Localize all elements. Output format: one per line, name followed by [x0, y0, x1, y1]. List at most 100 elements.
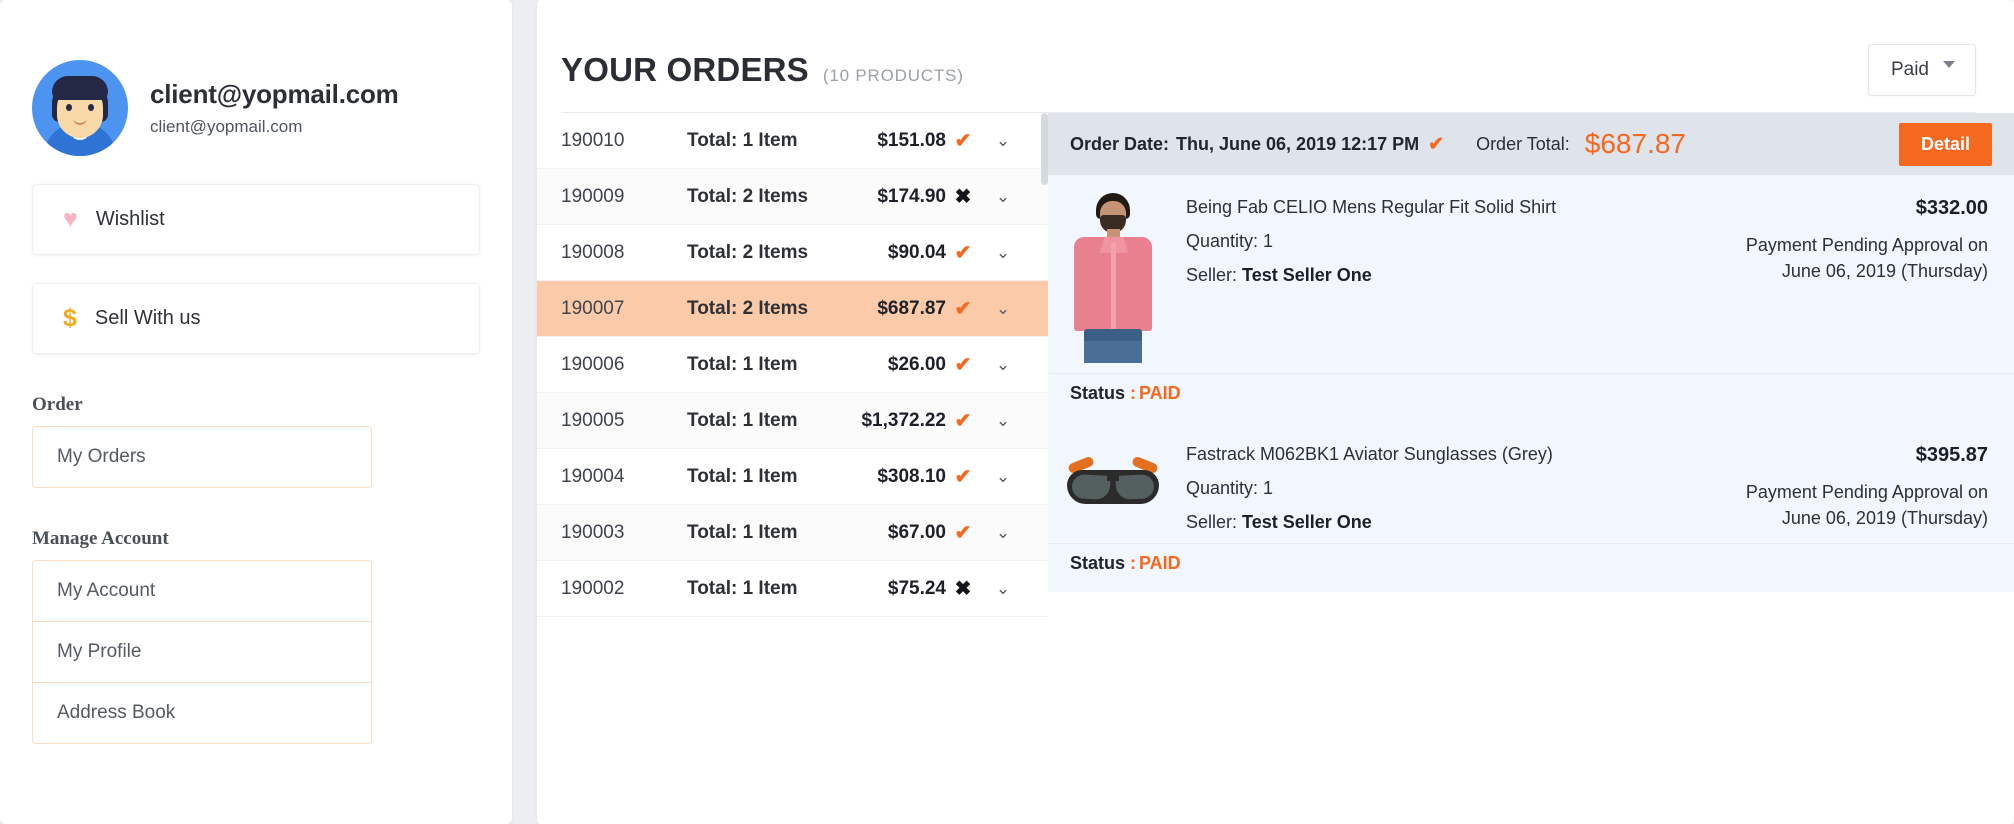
chevron-down-icon[interactable]: ⌄ — [980, 411, 1026, 431]
table-row[interactable]: 190003 Total: 1 Item $67.00 ✔ ⌄ — [537, 505, 1048, 561]
check-icon: ✔ — [954, 522, 972, 544]
order-id: 190005 — [561, 409, 625, 431]
orders-panel: YOUR ORDERS (10 PRODUCTS) Paid 190010 To… — [537, 0, 2014, 824]
status-label: Status — [1070, 383, 1126, 403]
orders-list[interactable]: 190010 Total: 1 Item $151.08 ✔ ⌄ 190009 … — [537, 113, 1048, 805]
seller-label: Seller: — [1186, 512, 1238, 532]
status-badge: Status : PAID — [1048, 543, 2014, 592]
sidebar-item-address-book[interactable]: Address Book — [33, 683, 371, 743]
status-value: PAID — [1139, 383, 1181, 403]
order-id: 190002 — [561, 577, 625, 599]
group-title-order: Order — [32, 394, 83, 415]
order-price: $67.00 — [887, 521, 946, 543]
status-filter-select[interactable]: Paid — [1867, 44, 1976, 96]
status-filter-value: Paid — [1890, 59, 1929, 80]
order-id: 190006 — [561, 353, 625, 375]
check-icon: ✔ — [954, 242, 972, 264]
shirt-product-image — [1062, 191, 1164, 363]
page-title: YOUR ORDERS — [561, 51, 809, 88]
order-items: Total: 2 Items — [687, 297, 809, 319]
order-id: 190009 — [561, 185, 625, 207]
sidebar-item-my-orders[interactable]: My Orders — [33, 427, 371, 487]
order-price: $151.08 — [877, 129, 946, 151]
check-icon: ✔ — [1428, 133, 1445, 155]
product-quantity: Quantity: 1 — [1186, 478, 1274, 498]
wishlist-label: Wishlist — [95, 208, 165, 230]
order-price: $90.04 — [887, 241, 946, 263]
check-icon: ✔ — [954, 130, 972, 152]
sidebar-item-sell-with-us[interactable]: $ Sell With us — [32, 283, 480, 354]
check-icon: ✔ — [954, 354, 972, 376]
sidebar-item-my-account[interactable]: My Account — [33, 561, 371, 622]
chevron-down-icon[interactable]: ⌄ — [980, 355, 1026, 375]
table-row[interactable]: 190006 Total: 1 Item $26.00 ✔ ⌄ — [537, 337, 1048, 393]
chevron-down-icon[interactable]: ⌄ — [980, 467, 1026, 487]
order-price: $687.87 — [877, 297, 946, 319]
chevron-down-icon[interactable]: ⌄ — [980, 523, 1026, 543]
table-row[interactable]: 190002 Total: 1 Item $75.24 ✖ ⌄ — [537, 561, 1048, 617]
account-orders-page: client@yopmail.com client@yopmail.com ♥ … — [0, 0, 2014, 824]
order-detail-header: Order Date: Thu, June 06, 2019 12:17 PM … — [1048, 113, 2014, 175]
product-seller: Seller: Test Seller One — [1186, 512, 1666, 533]
product-seller: Seller: Test Seller One — [1186, 265, 1666, 286]
table-row-selected[interactable]: 190007 Total: 2 Items $687.87 ✔ ⌄ — [537, 281, 1048, 337]
order-menu-box: My Orders — [32, 426, 372, 488]
status-label: Status — [1070, 553, 1126, 573]
chevron-down-icon[interactable]: ⌄ — [980, 187, 1026, 207]
scrollbar-thumb[interactable] — [1041, 113, 1048, 185]
profile-name: client@yopmail.com — [150, 79, 399, 109]
table-row[interactable]: 190009 Total: 2 Items $174.90 ✖ ⌄ — [537, 169, 1048, 225]
seller-label: Seller: — [1186, 265, 1238, 285]
order-id: 190007 — [561, 297, 625, 319]
chevron-down-icon[interactable]: ⌄ — [980, 299, 1026, 319]
order-date-value: Thu, June 06, 2019 12:17 PM — [1176, 133, 1420, 154]
page-subtitle: (10 PRODUCTS) — [822, 66, 964, 85]
chevron-down-icon[interactable]: ⌄ — [980, 243, 1026, 263]
order-product-item: Fastrack M062BK1 Aviator Sunglasses (Gre… — [1048, 422, 2014, 592]
dollar-icon: $ — [63, 304, 77, 332]
profile-block: client@yopmail.com client@yopmail.com — [32, 0, 480, 156]
heart-icon: ♥ — [63, 205, 78, 233]
product-row: Fastrack M062BK1 Aviator Sunglasses (Gre… — [1048, 422, 2014, 543]
profile-email: client@yopmail.com — [150, 117, 303, 136]
check-icon: ✔ — [954, 466, 972, 488]
order-product-item: Being Fab CELIO Mens Regular Fit Solid S… — [1048, 175, 2014, 422]
order-id: 190010 — [561, 129, 625, 151]
account-sidebar: client@yopmail.com client@yopmail.com ♥ … — [0, 0, 512, 824]
product-quantity: Quantity: 1 — [1186, 231, 1274, 251]
order-date-label: Order Date: — [1070, 133, 1170, 154]
product-name[interactable]: Being Fab CELIO Mens Regular Fit Solid S… — [1186, 197, 1666, 218]
check-icon: ✔ — [954, 298, 972, 320]
order-items: Total: 1 Item — [687, 409, 798, 431]
orders-body: 190010 Total: 1 Item $151.08 ✔ ⌄ 190009 … — [537, 113, 2014, 805]
seller-name: Test Seller One — [1242, 512, 1372, 532]
table-row[interactable]: 190004 Total: 1 Item $308.10 ✔ ⌄ — [537, 449, 1048, 505]
order-price: $1,372.22 — [861, 409, 946, 431]
order-id: 190008 — [561, 241, 625, 263]
chevron-down-icon[interactable]: ⌄ — [980, 579, 1026, 599]
product-name[interactable]: Fastrack M062BK1 Aviator Sunglasses (Gre… — [1186, 444, 1666, 465]
order-total-label: Order Total: — [1476, 133, 1570, 154]
sidebar-item-my-profile[interactable]: My Profile — [33, 622, 371, 683]
sell-with-us-label: Sell With us — [94, 307, 201, 329]
detail-button[interactable]: Detail — [1898, 122, 1992, 166]
product-price: $332.00 — [1915, 197, 1988, 219]
table-row[interactable]: 190008 Total: 2 Items $90.04 ✔ ⌄ — [537, 225, 1048, 281]
manage-account-menu-box: My Account My Profile Address Book — [32, 560, 372, 744]
product-info: Being Fab CELIO Mens Regular Fit Solid S… — [1186, 191, 1666, 363]
order-items: Total: 1 Item — [687, 521, 798, 543]
orders-list-scrollbar[interactable] — [1041, 113, 1048, 805]
product-pending-line1: Payment Pending Approval on — [1745, 235, 1988, 255]
check-icon: ✔ — [954, 410, 972, 432]
status-badge: Status : PAID — [1048, 373, 2014, 422]
sidebar-item-wishlist[interactable]: ♥ Wishlist — [32, 184, 480, 255]
product-pending-line2: June 06, 2019 (Thursday) — [1781, 508, 1988, 529]
group-title-manage-account: Manage Account — [32, 528, 169, 549]
table-row[interactable]: 190005 Total: 1 Item $1,372.22 ✔ ⌄ — [537, 393, 1048, 449]
order-price: $26.00 — [887, 353, 946, 375]
product-pending-line1: Payment Pending Approval on — [1745, 482, 1988, 502]
table-row[interactable]: 190010 Total: 1 Item $151.08 ✔ ⌄ — [537, 113, 1048, 169]
order-items: Total: 1 Item — [687, 353, 798, 375]
chevron-down-icon[interactable]: ⌄ — [980, 131, 1026, 151]
order-items: Total: 1 Item — [687, 129, 798, 151]
